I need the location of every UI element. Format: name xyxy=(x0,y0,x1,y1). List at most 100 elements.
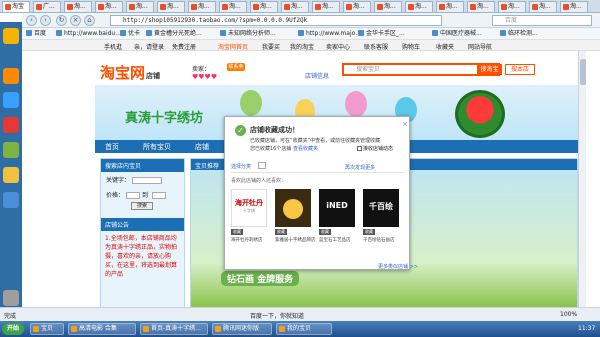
back-icon[interactable]: ‹ xyxy=(26,15,37,26)
rec-label-4[interactable]: 千百绘钻石画店 xyxy=(363,238,405,244)
close-icon[interactable]: × xyxy=(402,120,408,128)
price-min-input[interactable] xyxy=(126,192,141,199)
site-nav-item[interactable]: 淘宝网首页 xyxy=(218,42,248,51)
site-nav-item[interactable]: 我要买 xyxy=(262,42,280,51)
rec-image-3[interactable]: iNED xyxy=(319,189,355,227)
star-icon[interactable] xyxy=(3,28,19,44)
bookmark-item[interactable]: 百度 xyxy=(26,30,46,38)
browser-tab[interactable]: 淘... xyxy=(374,1,402,12)
browser-tab[interactable]: 淘... xyxy=(312,1,340,12)
taobao-logo[interactable]: 淘宝网店铺 xyxy=(100,62,160,83)
discover-more-link[interactable]: 再次发现更多 xyxy=(345,164,375,171)
shop-info-link[interactable]: 店铺信息 xyxy=(305,71,329,80)
mail-icon[interactable] xyxy=(3,192,19,208)
rec-image-4[interactable]: 千百绘 xyxy=(363,189,399,227)
checkbox-icon[interactable] xyxy=(357,146,362,151)
address-bar[interactable]: http://shop105912930.taobao.com/?spm=0.0… xyxy=(110,15,442,26)
page-scrollbar[interactable] xyxy=(578,51,586,321)
rec-image-2[interactable] xyxy=(275,189,311,227)
keyword-input[interactable] xyxy=(132,177,163,184)
browser-tab[interactable]: 广... xyxy=(33,1,61,12)
bookmark-icon xyxy=(432,30,438,36)
site-nav-item[interactable]: 亲，请登录 xyxy=(134,42,164,51)
browser-tab[interactable]: 淘宝 xyxy=(2,1,30,12)
price-max-input[interactable] xyxy=(151,192,166,199)
rec-fav-button-4[interactable]: 收藏 xyxy=(363,229,375,235)
site-nav-item[interactable]: 联系客服 xyxy=(364,42,388,51)
category-label[interactable]: 选择分类 xyxy=(231,163,251,170)
home-icon[interactable]: ⌂ xyxy=(84,15,95,26)
bookmark-label: 中国医疗器械... xyxy=(440,30,482,37)
shop-nav-item[interactable]: 店铺 xyxy=(195,142,209,152)
browser-tab[interactable]: 淘... xyxy=(126,1,154,12)
browser-tab[interactable]: 淘... xyxy=(250,1,278,12)
site-nav-item[interactable]: 免费注册 xyxy=(172,42,196,51)
bookmark-item[interactable]: 未知网络分析师... xyxy=(220,30,276,38)
taskbar-item[interactable]: 宝贝 xyxy=(30,323,64,335)
folder-icon[interactable] xyxy=(3,167,19,183)
bookmark-item[interactable]: 中国医疗器械... xyxy=(432,30,482,38)
browser-search-input[interactable]: 百度 xyxy=(492,15,592,26)
shop-nav-item[interactable]: 首页 xyxy=(105,142,119,152)
search-taobao-button[interactable]: 搜淘宝 xyxy=(477,64,502,75)
stop-icon[interactable]: × xyxy=(70,15,81,26)
remind-checkbox[interactable]: 接收店铺动态 xyxy=(357,145,393,152)
bookmark-item[interactable]: 优卡 xyxy=(120,30,140,38)
site-nav-item[interactable]: 卖家中心 xyxy=(326,42,350,51)
start-button[interactable]: 开始 xyxy=(2,323,24,335)
taskbar-item[interactable]: 高清电影 合集 xyxy=(68,323,136,335)
bookmark-item[interactable]: 临环检测... xyxy=(500,30,538,38)
site-nav-item[interactable]: 收藏夹 xyxy=(436,42,454,51)
refresh-icon[interactable]: ↻ xyxy=(56,15,67,26)
taskbar-item[interactable]: 腾讯网迷你版 xyxy=(212,323,272,335)
browser-tab[interactable]: 淘... xyxy=(560,1,588,12)
browser-tab[interactable]: 淘... xyxy=(64,1,92,12)
category-select[interactable] xyxy=(258,162,266,169)
browser-tab[interactable]: 淘... xyxy=(188,1,216,12)
browser-tab[interactable]: 淘... xyxy=(157,1,185,12)
settings-icon[interactable] xyxy=(3,290,19,306)
bookmark-item[interactable]: 黄金槽分光死绝... xyxy=(146,30,202,38)
site-nav-item[interactable]: 手机逛 xyxy=(104,42,122,51)
site-nav-item[interactable]: 网站导航 xyxy=(468,42,492,51)
scrollbar-thumb[interactable] xyxy=(580,59,586,85)
more-shops-link[interactable]: 更多类似店铺 >> xyxy=(378,263,418,270)
browser-tab[interactable]: 淘... xyxy=(281,1,309,12)
bookmark-label: 百度 xyxy=(34,30,47,37)
taskbar-item-label: 首页-真涛十字绣... xyxy=(151,325,201,332)
rec-label-1[interactable]: 海开牡丹刺绣店 xyxy=(231,238,273,244)
qq-icon[interactable] xyxy=(3,92,19,108)
browser-tab[interactable]: 淘... xyxy=(467,1,495,12)
browser-tab[interactable]: 淘... xyxy=(498,1,526,12)
browser-tab[interactable]: 淘... xyxy=(95,1,123,12)
taskbar-item[interactable]: 我的宝贝 xyxy=(276,323,332,335)
rec-fav-button-1[interactable]: 收藏 xyxy=(231,229,243,235)
browser-tab[interactable]: 淘... xyxy=(405,1,433,12)
dialog-title: 店铺收藏成功！ xyxy=(250,126,299,134)
browser-tab[interactable]: 淘... xyxy=(343,1,371,12)
browser-tab[interactable]: 淘... xyxy=(219,1,247,12)
contact-seller-badge[interactable]: 联系卖家 xyxy=(227,63,245,78)
rec-label-3[interactable]: 蓝宝石工艺品店 xyxy=(319,238,361,244)
bookmark-item[interactable]: 金华卡手区_... xyxy=(358,30,405,38)
rec-fav-button-3[interactable]: 收藏 xyxy=(319,229,331,235)
browser-tab[interactable]: 淘... xyxy=(436,1,464,12)
rss-icon[interactable] xyxy=(3,68,19,84)
browser-tab[interactable]: 淘... xyxy=(529,1,557,12)
sidebar-search-button[interactable]: 搜索 xyxy=(131,202,153,210)
forward-icon[interactable]: › xyxy=(40,15,51,26)
taskbar-item[interactable]: 首页-真涛十字绣... xyxy=(140,323,208,335)
rec-label-2[interactable]: 紫雅居十字绣品牌店 xyxy=(275,238,317,244)
site-nav-item[interactable]: 我的淘宝 xyxy=(290,42,314,51)
weibo-icon[interactable] xyxy=(3,117,19,133)
site-nav-item[interactable]: 购物车 xyxy=(402,42,420,51)
bookmark-item[interactable]: http://www.majo... xyxy=(298,30,361,38)
shop-nav-item[interactable]: 所有宝贝 xyxy=(143,142,171,152)
bookmark-item[interactable]: http://www.baidu... xyxy=(56,30,121,38)
rec-image-1[interactable]: 海开牡丹 十字绣 xyxy=(231,189,267,227)
rec-fav-button-2[interactable]: 收藏 xyxy=(275,229,287,235)
search-shop-button[interactable]: 搜本店 xyxy=(505,64,535,75)
view-favorites-link[interactable]: 查看收藏夹 xyxy=(293,146,318,152)
zoom-level[interactable]: 100% xyxy=(560,311,577,318)
note-icon[interactable] xyxy=(3,142,19,158)
